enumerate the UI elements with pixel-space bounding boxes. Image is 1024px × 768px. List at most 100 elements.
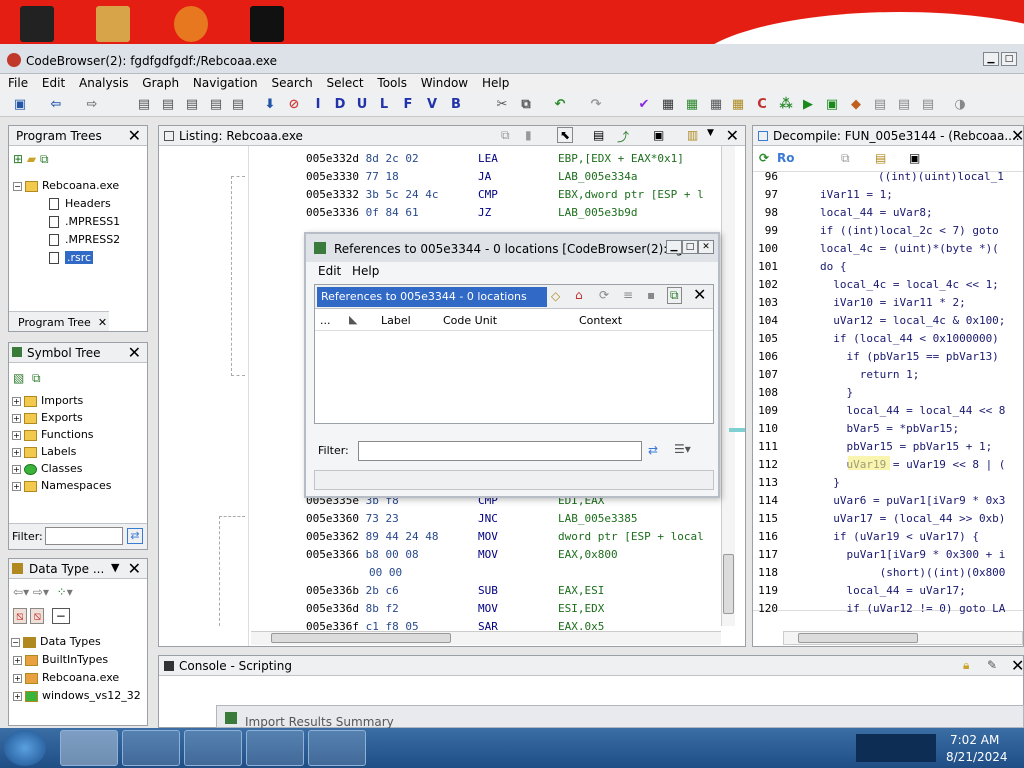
search-v-icon[interactable]: V (424, 97, 440, 113)
folder-icon[interactable]: ▰ (27, 152, 36, 166)
nav-icon[interactable]: ▤ (136, 97, 152, 113)
tree-icon[interactable]: ⊞ (13, 152, 23, 166)
snapshot-icon[interactable]: ▣ (909, 151, 920, 165)
search-f-icon[interactable]: F (400, 97, 416, 113)
listing-row[interactable]: 005e336f c1 f8 05 (306, 620, 419, 630)
nav-icon[interactable]: ▤ (160, 97, 176, 113)
symbol-item[interactable]: + Functions (12, 428, 94, 441)
symbol-item[interactable]: + Classes (12, 462, 82, 475)
close-icon[interactable]: ✕ (128, 126, 141, 145)
column-header-more[interactable]: ... (320, 314, 331, 327)
search-i-icon[interactable]: I (310, 97, 326, 113)
symbol-item[interactable]: + Exports (12, 411, 83, 424)
system-tray[interactable] (856, 734, 936, 762)
tool-icon[interactable]: ▤ (872, 97, 888, 113)
menu-select[interactable]: Select (327, 74, 364, 90)
taskbar-app-globe[interactable] (184, 730, 242, 766)
tree-item[interactable]: Headers (49, 197, 111, 210)
maximize-button[interactable]: □ (1001, 52, 1017, 66)
clock-date[interactable]: 8/21/2024 (946, 750, 1008, 764)
menu-search[interactable]: Search (271, 74, 312, 90)
tool-icon[interactable]: ▦ (708, 97, 724, 113)
tree-item-selected[interactable]: .rsrc (49, 251, 94, 264)
desktop-icon[interactable] (96, 6, 130, 42)
decompile-horizontal-scrollbar[interactable] (783, 631, 1023, 645)
column-header-context[interactable]: Context (579, 314, 622, 327)
redo-icon[interactable]: ↷ (588, 97, 604, 113)
tool-icon[interactable]: ▤ (896, 97, 912, 113)
tool-icon[interactable]: ⤴ (617, 128, 629, 145)
cursor-icon[interactable]: ⬉ (557, 127, 574, 143)
scrollbar-thumb[interactable] (271, 633, 451, 643)
minimize-button[interactable]: ▁ (666, 240, 682, 254)
window-titlebar[interactable]: CodeBrowser(2): fgdfgdfgdf:/Rebcoaa.exe … (0, 48, 1024, 74)
menu-help[interactable]: Help (482, 74, 509, 90)
collapse-icon[interactable]: − (51, 608, 70, 624)
taskbar-app-media[interactable] (122, 730, 180, 766)
snapshot-icon[interactable]: ▣ (653, 128, 664, 142)
tool-icon[interactable]: ▤ (920, 97, 936, 113)
menu-help[interactable]: Help (352, 264, 379, 278)
tool-icon[interactable]: ✂ (494, 97, 510, 113)
edit-icon[interactable]: ▤ (875, 151, 886, 165)
tool-icon[interactable]: ⧉ (32, 371, 41, 385)
menu-window[interactable]: Window (421, 74, 468, 90)
forward-icon[interactable]: ⇨ (33, 585, 43, 599)
lock-icon[interactable]: 🔒︎ (963, 658, 969, 673)
refresh-icon[interactable]: ⟳ (759, 151, 769, 165)
symbol-item[interactable]: + Labels (12, 445, 76, 458)
tool-icon[interactable]: ⁂ (778, 97, 794, 113)
scrollbar-thumb[interactable] (723, 554, 734, 614)
start-button[interactable] (4, 730, 46, 766)
back-icon[interactable]: ⇦ (48, 97, 64, 113)
undo-icon[interactable]: ↶ (552, 97, 568, 113)
symbol-item[interactable]: + Namespaces (12, 479, 111, 492)
dropdown-arrow-icon[interactable]: ▼ (111, 561, 119, 574)
listing-row[interactable]: 005e3360 73 23 (306, 512, 399, 525)
check-icon[interactable]: ✔ (636, 97, 652, 113)
list-icon[interactable]: ≡ (623, 288, 633, 302)
menu-analysis[interactable]: Analysis (79, 74, 128, 90)
tree-item[interactable]: .MPRESS1 (49, 215, 120, 228)
listing-row[interactable]: 005e336b 2b c6 (306, 584, 399, 597)
clear-icon[interactable]: ✎ (987, 658, 997, 672)
back-icon[interactable]: ⇦ (13, 585, 23, 599)
column-header-code-unit[interactable]: Code Unit (443, 314, 497, 327)
search-b-icon[interactable]: B (448, 97, 464, 113)
close-icon[interactable]: ✕ (693, 285, 706, 304)
close-button[interactable]: ✕ (698, 240, 714, 254)
desktop-icon[interactable] (250, 6, 284, 42)
close-icon[interactable]: ✕ (1011, 656, 1024, 675)
tool-icon[interactable]: ▣ (824, 97, 840, 113)
maximize-button[interactable]: □ (682, 240, 698, 254)
tool-icon[interactable]: ▦ (730, 97, 746, 113)
tool-icon[interactable]: ▤ (593, 128, 604, 142)
clock-time[interactable]: 7:02 AM (950, 733, 999, 747)
column-header-label[interactable]: Label (381, 314, 411, 327)
down-arrow-icon[interactable]: ⬇ (262, 97, 278, 113)
data-type-item[interactable]: + BuiltInTypes (13, 653, 108, 666)
filter-options-icon[interactable]: ☰▾ (674, 442, 691, 456)
refresh-icon[interactable]: ⟳ (599, 288, 609, 302)
paste-icon[interactable]: ▮ (525, 128, 532, 142)
menu-tools[interactable]: Tools (377, 74, 407, 90)
listing-row[interactable]: 005e3332 3b 5c 24 4c (306, 188, 438, 201)
run-icon[interactable]: ▶ (800, 97, 816, 113)
filter-apply-icon[interactable]: ⇄ (648, 443, 658, 457)
close-icon[interactable]: ✕ (1011, 126, 1023, 145)
stop-icon[interactable]: ⊘ (286, 97, 302, 113)
tool-icon[interactable]: ▦ (684, 97, 700, 113)
listing-vertical-scrollbar[interactable] (721, 146, 735, 626)
data-type-item[interactable]: + Rebcoana.exe (13, 671, 119, 684)
references-tab[interactable]: References to 005e3344 - 0 locations (317, 287, 547, 307)
symbol-filter-input[interactable] (45, 527, 123, 545)
search-l-icon[interactable]: L (376, 97, 392, 113)
desktop-icon[interactable] (174, 6, 208, 42)
tool-icon[interactable]: ⁘ (57, 585, 67, 599)
copy-icon[interactable]: ⧉ (501, 128, 510, 143)
menu-graph[interactable]: Graph (142, 74, 179, 90)
tool-icon[interactable]: ▥ (687, 128, 698, 142)
filter-options-icon[interactable]: ⇄ (127, 528, 143, 544)
tool-icon[interactable]: ◑ (952, 97, 968, 113)
filter-icon[interactable]: ⧅ (30, 608, 45, 624)
